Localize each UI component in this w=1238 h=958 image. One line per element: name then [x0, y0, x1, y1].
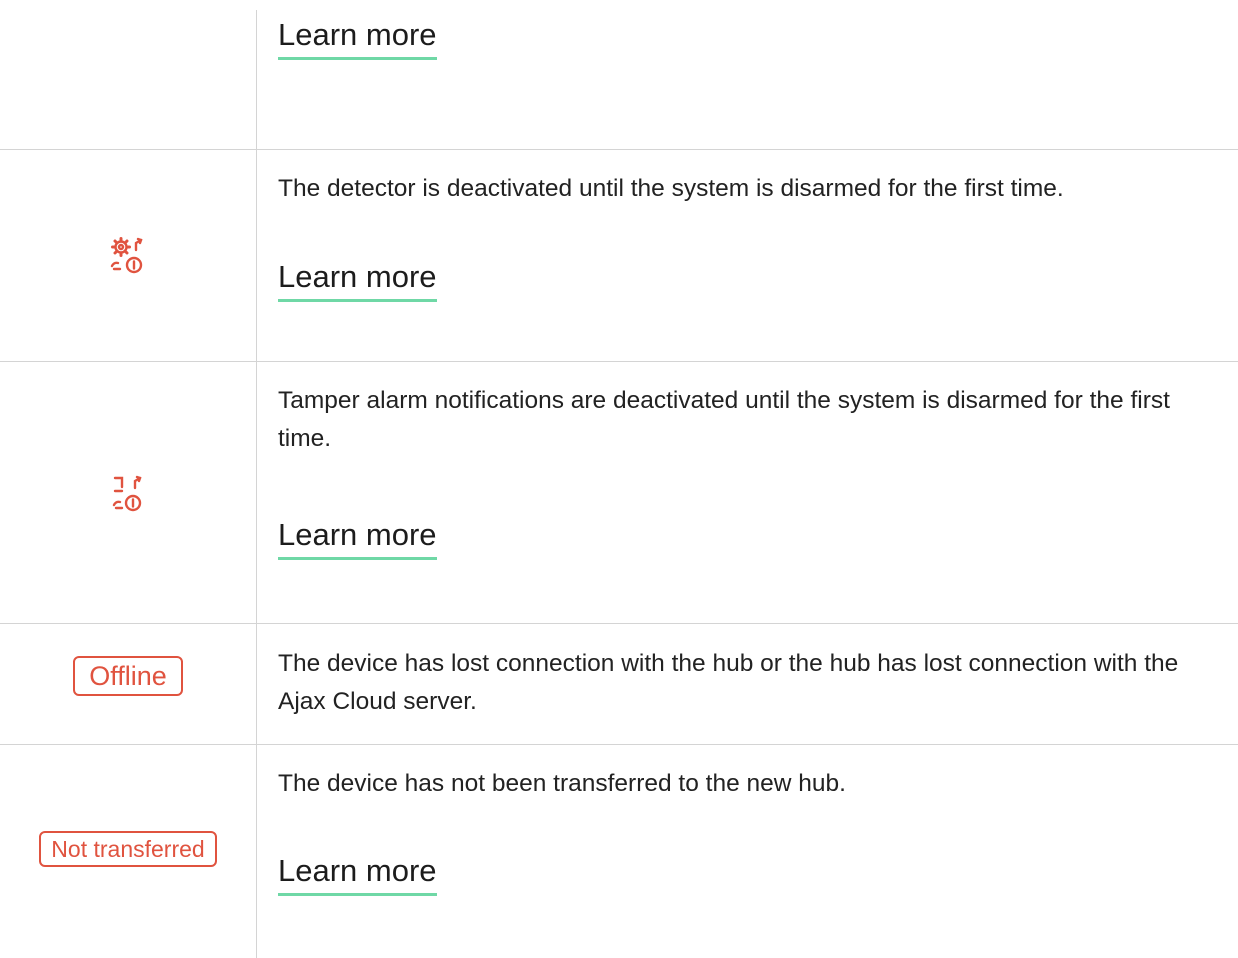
- learn-more-link[interactable]: Learn more: [278, 16, 437, 60]
- row-description: The detector is deactivated until the sy…: [278, 175, 1064, 202]
- row-description: The device has not been transferred to t…: [278, 770, 846, 797]
- icon-cell: Not transferred: [0, 745, 256, 958]
- table-row: Not transferred The device has not been …: [0, 745, 1238, 958]
- table-row: The detector is deactivated until the sy…: [0, 150, 1238, 361]
- gear-first-disarm-icon: [109, 236, 147, 281]
- icon-cell: [0, 362, 256, 623]
- learn-more-link[interactable]: Learn more: [278, 852, 437, 896]
- tamper-first-disarm-icon: [111, 474, 145, 519]
- icon-cell: [0, 0, 256, 149]
- offline-badge: Offline: [73, 656, 183, 696]
- icon-cell: Offline: [0, 624, 256, 744]
- learn-more-link[interactable]: Learn more: [278, 258, 437, 302]
- row-description: The device has lost connection with the …: [278, 650, 1179, 715]
- row-description: Tamper alarm notifications are deactivat…: [278, 387, 1170, 452]
- table-row: Offline The device has lost connection w…: [0, 624, 1238, 744]
- learn-more-link[interactable]: Learn more: [278, 516, 437, 560]
- icon-cell: [0, 150, 256, 361]
- not-transferred-badge: Not transferred: [39, 831, 217, 867]
- table-row: Learn more: [0, 0, 1238, 149]
- table-row: Tamper alarm notifications are deactivat…: [0, 362, 1238, 623]
